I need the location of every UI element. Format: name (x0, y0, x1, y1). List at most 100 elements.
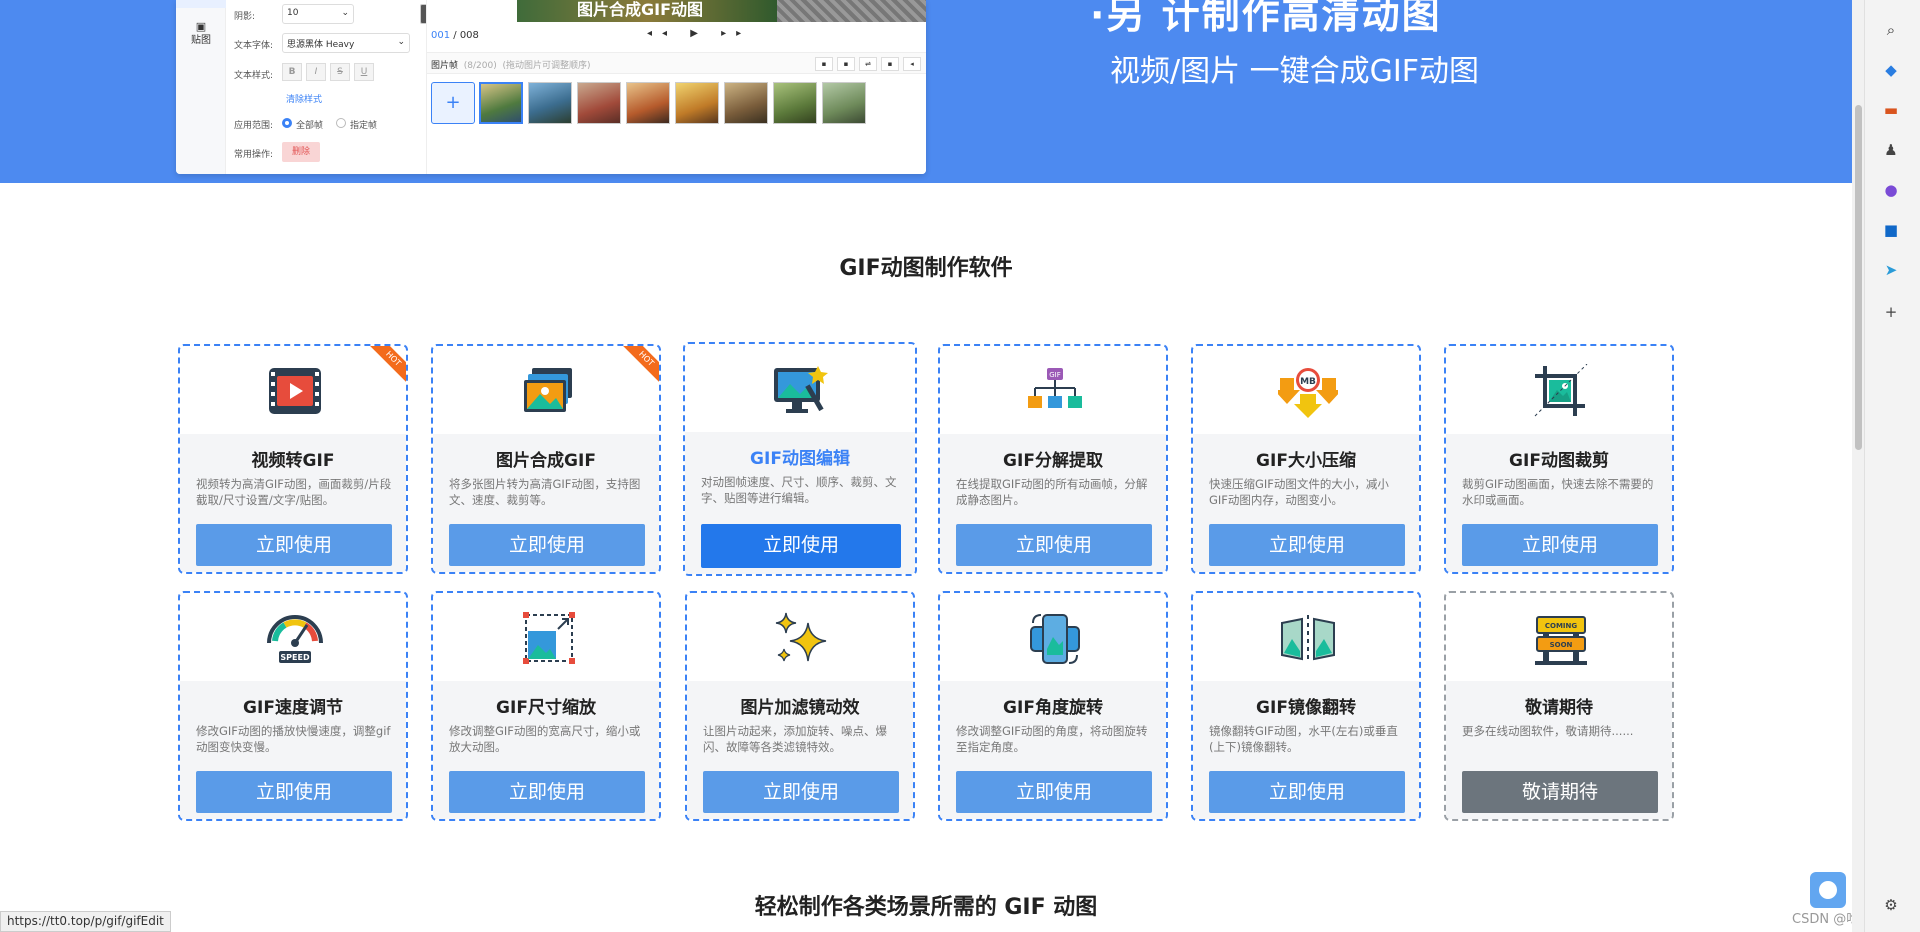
gear-icon[interactable]: ⚙ (1881, 895, 1901, 915)
send-icon[interactable]: ➤ (1881, 260, 1901, 280)
frame-thumbnail[interactable] (724, 82, 768, 124)
frame-current: 001 (431, 30, 451, 41)
outlook-icon[interactable]: ■ (1881, 220, 1901, 240)
delete-button[interactable]: 删除 (282, 142, 320, 162)
tool-card-gif-compress[interactable]: MB GIF大小压缩 快速压缩GIF动图文件的大小，减小GIF动图内存，动图变小… (1191, 344, 1421, 574)
toolbox-icon[interactable]: ▬ (1881, 100, 1901, 120)
pin-icon[interactable]: ◂ (903, 57, 921, 71)
tool-card-gif-rotate[interactable]: GIF角度旋转 修改调整GIF动图的角度，将动图旋转至指定角度。 立即使用 (938, 591, 1168, 821)
copy-icon[interactable]: ▪ (815, 57, 833, 71)
use-now-button[interactable]: 立即使用 (956, 771, 1152, 813)
italic-button[interactable]: I (306, 63, 326, 81)
tool-card-images-to-gif[interactable]: HOT 图片合成GIF 将多张图片转为高清GIF动图，支持图文、速度、裁剪等。 … (431, 344, 661, 574)
add-frame-button[interactable]: + (431, 82, 475, 124)
frame-thumbnail[interactable] (822, 82, 866, 124)
frames-title: 图片帧 (431, 61, 459, 71)
frame-thumbnail[interactable] (479, 82, 523, 124)
tag-icon[interactable]: ◆ (1881, 60, 1901, 80)
card-title: GIF尺寸缩放 (496, 698, 596, 718)
tool-card-gif-extract[interactable]: GIF GIF分解提取 在线提取GIF动图的所有动画帧，分解成静态图片。 立即使… (938, 344, 1168, 574)
tool-card-coming-soon: COMING SOON 敬请期待 更多在线动图软件，敬请期待...... 敬请期… (1444, 591, 1674, 821)
card-description: 对动图帧速度、尺寸、顺序、裁剪、文字、贴图等进行编辑。 (701, 475, 897, 505)
range-label: 应用范围: (234, 121, 274, 131)
tool-card-video-to-gif[interactable]: HOT 视频转GIF 视频转为高清GIF动图，画面裁剪/片段截取/尺寸设置/文字… (178, 344, 408, 574)
editor-preview: ▣ 贴图 阴影: 10 ⌄ 文本字体: 思源黑体 Heavy ⌄ 文本样式: B I… (176, 0, 926, 174)
use-now-button[interactable]: 立即使用 (196, 524, 392, 566)
scrollbar-thumb[interactable] (1855, 105, 1862, 450)
sparkles-icon (775, 612, 827, 662)
mb-label: MB (1300, 377, 1316, 387)
search-icon[interactable]: ⌕ (1881, 20, 1901, 40)
section-title-scenarios: 轻松制作各类场景所需的 GIF 动图 (754, 895, 1098, 920)
photo-stack-icon (524, 368, 572, 412)
tool-card-gif-edit[interactable]: GIF动图编辑 对动图帧速度、尺寸、顺序、裁剪、文字、贴图等进行编辑。 立即使用 (683, 342, 917, 576)
copilot-icon[interactable]: ● (1881, 180, 1901, 200)
card-title: 视频转GIF (251, 451, 335, 471)
range-all-radio[interactable] (282, 118, 292, 128)
tool-card-gif-crop[interactable]: GIF动图裁剪 裁剪GIF动图画面，快速去除不需要的水印或画面。 立即使用 (1444, 344, 1674, 574)
clear-style-link[interactable]: 清除样式 (286, 92, 322, 105)
trash-icon[interactable]: ▪ (881, 57, 899, 71)
tool-card-gif-resize[interactable]: GIF尺寸缩放 修改调整GIF动图的宽高尺寸，缩小或放大动图。 立即使用 (431, 591, 661, 821)
shadow-select[interactable]: 10 ⌄ (282, 4, 354, 24)
tool-card-image-filter[interactable]: 图片加滤镜动效 让图片动起来，添加旋转、噪点、爆闪、故障等各类滤镜特效。 立即使… (685, 591, 915, 821)
card-description: 裁剪GIF动图画面，快速去除不需要的水印或画面。 (1462, 477, 1654, 507)
underline-button[interactable]: U (354, 63, 374, 81)
use-now-button[interactable]: 立即使用 (1209, 771, 1405, 813)
frames-label: 图片帧 (8/200) (拖动图片可调整顺序) (431, 58, 590, 71)
font-select[interactable]: 思源黑体 Heavy ⌄ (282, 33, 410, 53)
frame-thumbnail[interactable] (773, 82, 817, 124)
tool-card-gif-speed[interactable]: SPEED GIF速度调节 修改GIF动图的播放快慢速度，调整gif动图变快变慢… (178, 591, 408, 821)
chat-support-button[interactable] (1810, 872, 1846, 908)
status-bar-url: https://tt0.top/p/gif/gifEdit (0, 911, 171, 932)
crop-icon (1534, 364, 1588, 417)
use-now-button[interactable]: 立即使用 (449, 771, 645, 813)
card-title: 敬请期待 (1525, 698, 1593, 718)
monitor-edit-icon (774, 366, 828, 413)
card-title: GIF速度调节 (243, 698, 343, 718)
soon-label: SOON (1550, 641, 1573, 649)
use-now-button[interactable]: 立即使用 (1209, 524, 1405, 566)
card-description: 更多在线动图软件，敬请期待...... (1462, 724, 1634, 738)
card-description: 快速压缩GIF动图文件的大小，减小GIF动图内存，动图变小。 (1209, 477, 1389, 507)
use-now-button[interactable]: 立即使用 (703, 771, 899, 813)
coming-soon-button[interactable]: 敬请期待 (1462, 771, 1658, 813)
frames-count: (8/200) (463, 61, 497, 71)
playback-controls[interactable]: ◂◂ ▶ ▸▸ (647, 28, 751, 39)
gif-label: GIF (1049, 371, 1061, 379)
editor-sidebar: ▣ 贴图 (176, 0, 226, 174)
use-now-button[interactable]: 立即使用 (701, 524, 901, 568)
page-scrollbar[interactable] (1852, 0, 1864, 932)
people-icon[interactable]: ♟ (1881, 140, 1901, 160)
font-value: 思源黑体 Heavy (287, 40, 355, 50)
frame-thumbnail[interactable] (675, 82, 719, 124)
use-now-button[interactable]: 立即使用 (196, 771, 392, 813)
card-title: GIF角度旋转 (1003, 698, 1103, 718)
frame-thumbnail[interactable] (577, 82, 621, 124)
style-label: 文本样式: (234, 71, 274, 81)
card-description: 让图片动起来，添加旋转、噪点、爆闪、故障等各类滤镜特效。 (703, 724, 887, 754)
hot-badge: HOT (363, 346, 406, 389)
frame-thumbnail[interactable] (528, 82, 572, 124)
add-icon[interactable]: + (1881, 302, 1901, 322)
use-now-button[interactable]: 立即使用 (956, 524, 1152, 566)
range-some-radio[interactable] (336, 118, 346, 128)
duplicate-icon[interactable]: ▪ (837, 57, 855, 71)
tool-card-gif-mirror[interactable]: GIF镜像翻转 镜像翻转GIF动图，水平(左右)或垂直(上下)镜像翻转。 立即使… (1191, 591, 1421, 821)
sticker-tab[interactable]: ▣ 贴图 (186, 20, 216, 48)
use-now-button[interactable]: 立即使用 (1462, 524, 1658, 566)
strike-button[interactable]: S (330, 63, 350, 81)
mirror-flip-icon (1281, 615, 1335, 663)
card-description: 镜像翻转GIF动图，水平(左右)或垂直(上下)镜像翻转。 (1209, 724, 1398, 754)
bold-button[interactable]: B (282, 63, 302, 81)
frame-thumbnail[interactable] (626, 82, 670, 124)
gif-tree-icon: GIF (1028, 368, 1082, 408)
shadow-label: 阴影: (234, 12, 256, 22)
frame-counter: 001 / 008 (431, 30, 479, 41)
editor-form: 阴影: 10 ⌄ 文本字体: 思源黑体 Heavy ⌄ 文本样式: B I S U … (226, 0, 440, 174)
editor-sidebar-topbar (176, 0, 226, 8)
preview-image: 图片合成GIF动图 (517, 0, 926, 22)
use-now-button[interactable]: 立即使用 (449, 524, 645, 566)
font-label: 文本字体: (234, 41, 274, 51)
swap-icon[interactable]: ⇌ (859, 57, 877, 71)
